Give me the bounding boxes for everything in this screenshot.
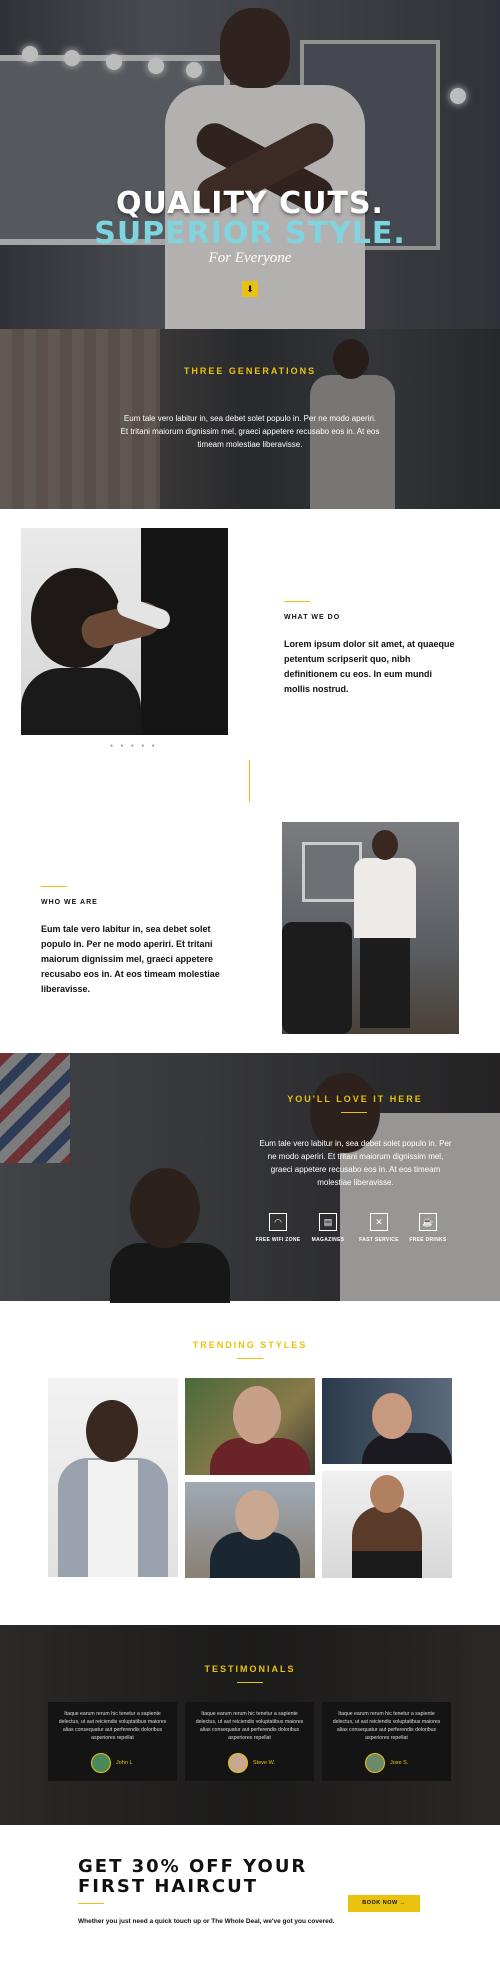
love-title: YOU'LL LOVE IT HERE xyxy=(287,1094,423,1104)
testimonial-quote: Itaque earum rerum hic tenetur a sapient… xyxy=(195,1711,304,1741)
fast-service-icon: ✕ xyxy=(370,1213,388,1231)
what-we-do-image xyxy=(21,528,228,735)
testimonial-card: Itaque earum rerum hic tenetur a sapient… xyxy=(322,1702,451,1781)
drink-icon: ☕ xyxy=(419,1213,437,1231)
chevron-down-icon: ⬇ xyxy=(246,284,254,294)
trending-title: TRENDING STYLES xyxy=(192,1340,308,1350)
love-text: Eum tale vero labitur in, sea debet sole… xyxy=(259,1139,452,1187)
testimonial-name: Jose S. xyxy=(390,1760,409,1766)
testimonial-quote: Itaque earum rerum hic tenetur a sapient… xyxy=(58,1711,167,1741)
style-image-3[interactable] xyxy=(322,1378,452,1464)
generations-text: Eum tale vero labitur in, sea debet sole… xyxy=(120,414,380,449)
feature-drinks: ☕ FREE DRINKS xyxy=(398,1213,458,1243)
accent-line xyxy=(284,601,310,602)
what-we-do-kicker: WHAT WE DO xyxy=(284,614,341,621)
testimonial-name: Steve W. xyxy=(253,1760,276,1766)
hero-title-line2: SUPERIOR STYLE. xyxy=(94,216,406,251)
who-we-are-kicker: WHO WE ARE xyxy=(41,899,98,906)
testimonial-card: Itaque earum rerum hic tenetur a sapient… xyxy=(48,1702,177,1781)
magazine-icon: ▤ xyxy=(319,1213,337,1231)
avatar xyxy=(365,1753,385,1773)
avatar xyxy=(228,1753,248,1773)
generations-title: THREE GENERATIONS xyxy=(183,366,317,376)
offer-subtitle: Whether you just need a quick touch up o… xyxy=(78,1918,335,1925)
slider-dots[interactable]: ● ● ● ● ● xyxy=(110,743,158,749)
testimonial-card: Itaque earum rerum hic tenetur a sapient… xyxy=(185,1702,314,1781)
style-image-1[interactable] xyxy=(48,1378,178,1577)
scroll-down-button[interactable]: ⬇ xyxy=(242,281,258,297)
offer-title: GET 30% OFF YOUR FIRST HAIRCUT xyxy=(78,1856,308,1897)
style-image-2[interactable] xyxy=(185,1378,315,1475)
testimonial-name: John L xyxy=(116,1760,133,1766)
testimonial-quote: Itaque earum rerum hic tenetur a sapient… xyxy=(332,1711,441,1741)
accent-line xyxy=(237,1358,263,1359)
style-image-5[interactable] xyxy=(322,1471,452,1578)
book-now-button[interactable]: BOOK NOW → xyxy=(348,1895,420,1912)
accent-line xyxy=(341,1112,367,1113)
wifi-icon: ◠ xyxy=(269,1213,287,1231)
accent-line xyxy=(41,886,67,887)
avatar xyxy=(91,1753,111,1773)
who-we-are-text: Eum tale vero labitur in, sea debet sole… xyxy=(41,924,220,994)
who-we-are-image xyxy=(282,822,459,1034)
testimonials-title: TESTIMONIALS xyxy=(204,1664,296,1674)
what-we-do-text: Lorem ipsum dolor sit amet, at quaeque p… xyxy=(284,639,455,694)
feature-label: FREE DRINKS xyxy=(409,1237,447,1243)
accent-line xyxy=(237,1682,263,1683)
section-divider xyxy=(249,760,250,802)
hero-section xyxy=(0,0,500,329)
style-image-4[interactable] xyxy=(185,1482,315,1578)
hero-subtitle: For Everyone xyxy=(208,250,292,266)
accent-line xyxy=(78,1903,104,1904)
